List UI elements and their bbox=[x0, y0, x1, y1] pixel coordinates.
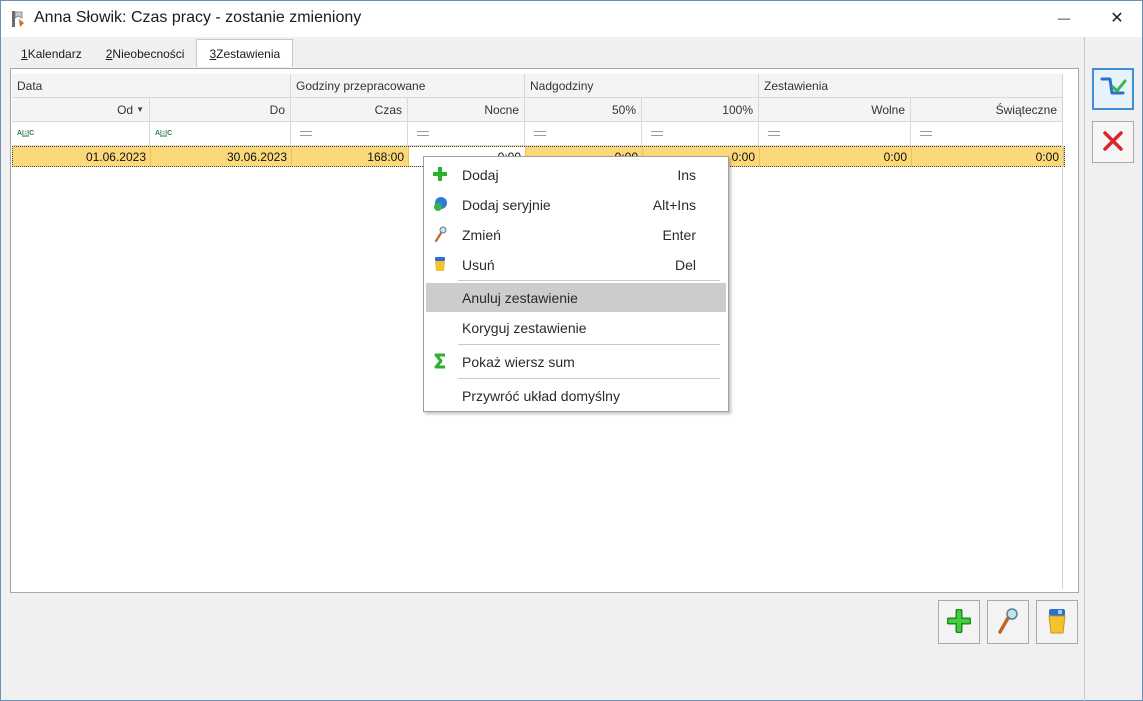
equals-filter-icon bbox=[300, 131, 312, 136]
equals-filter-icon bbox=[534, 131, 546, 136]
magnifier-icon bbox=[996, 607, 1020, 638]
equals-filter-icon bbox=[417, 131, 429, 136]
group-header-godziny: Godziny przepracowane bbox=[291, 74, 525, 98]
filter-row: ABC ABC bbox=[12, 122, 1063, 146]
menu-item-label: Usuń bbox=[462, 256, 495, 273]
menu-item-dodaj[interactable]: Dodaj Ins bbox=[426, 160, 726, 189]
text-filter-icon: ABC bbox=[155, 130, 172, 137]
column-header-row: Od ▼ Do Czas Nocne 50% 100% Wolne Świątec… bbox=[12, 98, 1063, 122]
menu-item-usun[interactable]: Usuń Del bbox=[426, 250, 726, 279]
group-header-row: Data Godziny przepracowane Nadgodziny Ze… bbox=[12, 74, 1063, 98]
app-icon bbox=[10, 10, 26, 28]
group-header-zestawienia: Zestawienia bbox=[759, 74, 1063, 98]
menu-item-shortcut: Enter bbox=[662, 226, 696, 243]
filter-swiateczne[interactable] bbox=[911, 122, 1063, 146]
trash-icon bbox=[1046, 607, 1068, 638]
filter-wolne[interactable] bbox=[759, 122, 911, 146]
menu-item-label: Dodaj bbox=[462, 166, 499, 183]
text-filter-c: C bbox=[167, 130, 173, 137]
window-title: Anna Słowik: Czas pracy - zostanie zmien… bbox=[34, 9, 362, 26]
sum-icon bbox=[432, 353, 448, 369]
trash-icon bbox=[432, 256, 448, 272]
cell-od: 01.06.2023 bbox=[13, 147, 151, 166]
col-header-100[interactable]: 100% bbox=[642, 98, 759, 122]
context-menu: Dodaj Ins Dodaj seryjnie Alt+Ins Zmień E… bbox=[423, 156, 729, 412]
col-header-od[interactable]: Od ▼ bbox=[12, 98, 150, 122]
cell-czas: 168:00 bbox=[292, 147, 409, 166]
filter-do[interactable]: ABC bbox=[150, 122, 291, 146]
col-header-czas[interactable]: Czas bbox=[291, 98, 408, 122]
col-header-wolne[interactable]: Wolne bbox=[759, 98, 911, 122]
equals-filter-icon bbox=[920, 131, 932, 136]
text-filter-icon: ABC bbox=[17, 130, 34, 137]
menu-item-przywroc-uklad[interactable]: Przywróć układ domyślny bbox=[426, 381, 726, 410]
tab-zestawienia[interactable]: 3 Zestawienia bbox=[196, 39, 294, 67]
close-icon: ✕ bbox=[1110, 10, 1124, 27]
filter-czas[interactable] bbox=[291, 122, 408, 146]
cancel-x-icon bbox=[1102, 130, 1124, 155]
menu-item-koryguj-zestawienie[interactable]: Koryguj zestawienie bbox=[426, 313, 726, 342]
cell-do: 30.06.2023 bbox=[151, 147, 292, 166]
tab-nieobecnosci[interactable]: 2 Nieobecności bbox=[94, 41, 197, 67]
menu-item-shortcut: Del bbox=[674, 256, 696, 273]
close-button[interactable]: ✕ bbox=[1094, 1, 1140, 35]
equals-filter-icon bbox=[651, 131, 663, 136]
col-header-nocne[interactable]: Nocne bbox=[408, 98, 525, 122]
filter-nocne[interactable] bbox=[408, 122, 525, 146]
menu-separator bbox=[458, 378, 720, 380]
tab-kalendarz[interactable]: 1 Kalendarz bbox=[9, 41, 94, 67]
menu-item-label: Dodaj seryjnie bbox=[462, 196, 551, 213]
save-button[interactable] bbox=[1092, 68, 1134, 110]
delete-button[interactable] bbox=[1036, 600, 1078, 644]
col-header-swiateczne[interactable]: Świąteczne bbox=[911, 98, 1063, 122]
col-header-od-label: Od bbox=[117, 102, 134, 117]
menu-item-label: Przywróć układ domyślny bbox=[462, 387, 620, 404]
title-bar: Anna Słowik: Czas pracy - zostanie zmien… bbox=[1, 1, 1142, 37]
menu-item-dodaj-seryjnie[interactable]: Dodaj seryjnie Alt+Ins bbox=[426, 190, 726, 219]
menu-item-pokaz-wiersz-sum[interactable]: Pokaż wiersz sum bbox=[426, 347, 726, 376]
menu-item-anuluj-zestawienie[interactable]: Anuluj zestawienie bbox=[426, 283, 726, 312]
cell-wolne: 0:00 bbox=[760, 147, 912, 166]
menu-separator bbox=[458, 280, 720, 282]
right-divider bbox=[1084, 37, 1085, 701]
save-icon bbox=[1099, 75, 1127, 104]
menu-item-shortcut: Alt+Ins bbox=[652, 196, 696, 213]
cancel-button[interactable] bbox=[1092, 121, 1134, 163]
col-header-50[interactable]: 50% bbox=[525, 98, 642, 122]
menu-separator bbox=[458, 344, 720, 346]
tab-zestawienia-label: Zestawienia bbox=[216, 46, 281, 61]
dialog-window: Anna Słowik: Czas pracy - zostanie zmien… bbox=[0, 0, 1143, 701]
filter-100[interactable] bbox=[642, 122, 759, 146]
equals-filter-icon bbox=[768, 131, 780, 136]
minimize-icon: — bbox=[1058, 11, 1070, 25]
menu-item-label: Pokaż wiersz sum bbox=[462, 353, 575, 370]
grid-right-edge bbox=[1062, 74, 1063, 589]
tab-nieobecnosci-label: Nieobecności bbox=[112, 47, 185, 61]
group-header-data: Data bbox=[12, 74, 291, 98]
magnifier-icon bbox=[432, 226, 448, 242]
tab-nieobecnosci-hotkey: 2 bbox=[105, 47, 113, 61]
edit-button[interactable] bbox=[987, 600, 1029, 644]
plus-icon bbox=[432, 166, 448, 182]
group-header-nadgodziny: Nadgodziny bbox=[525, 74, 759, 98]
tab-bar: 1 Kalendarz 2 Nieobecności 3 Zestawienia bbox=[9, 39, 294, 68]
minimize-button[interactable]: — bbox=[1041, 1, 1087, 35]
tab-zestawienia-hotkey: 3 bbox=[209, 46, 217, 61]
menu-item-label: Zmień bbox=[462, 226, 501, 243]
sort-desc-icon: ▼ bbox=[136, 105, 144, 114]
filter-50[interactable] bbox=[525, 122, 642, 146]
text-filter-c: C bbox=[29, 130, 35, 137]
tab-kalendarz-label: Kalendarz bbox=[27, 47, 82, 61]
tab-kalendarz-hotkey: 1 bbox=[21, 47, 28, 61]
cell-swiateczne: 0:00 bbox=[912, 147, 1064, 166]
menu-item-label: Anuluj zestawienie bbox=[462, 289, 578, 306]
add-button[interactable] bbox=[938, 600, 980, 644]
col-header-do[interactable]: Do bbox=[150, 98, 291, 122]
menu-item-shortcut: Ins bbox=[677, 166, 696, 183]
menu-item-label: Koryguj zestawienie bbox=[462, 319, 587, 336]
filter-od[interactable]: ABC bbox=[12, 122, 150, 146]
menu-item-zmien[interactable]: Zmień Enter bbox=[426, 220, 726, 249]
serial-add-icon bbox=[432, 196, 448, 212]
plus-icon bbox=[945, 607, 973, 636]
